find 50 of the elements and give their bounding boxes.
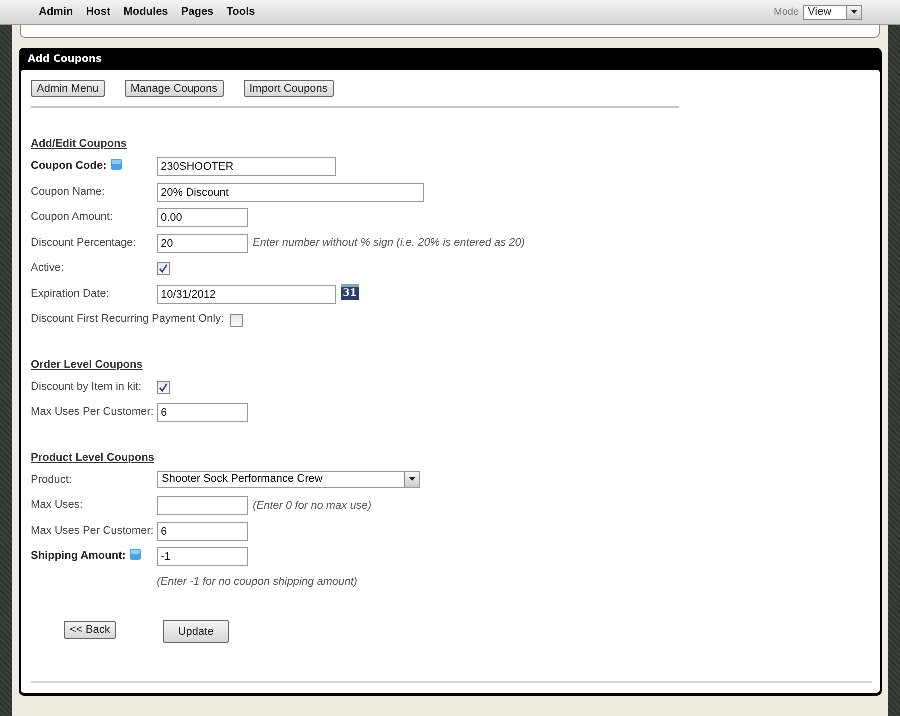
text-field[interactable]: 10/31/2012 <box>157 284 336 304</box>
checkbox[interactable] <box>157 262 170 275</box>
text-field[interactable]: 0.00 <box>157 208 248 227</box>
menu-item[interactable]: Admin <box>39 6 74 18</box>
dropdown-arrow-icon <box>850 10 858 14</box>
menu-item[interactable]: Tools <box>226 6 256 18</box>
menu-item[interactable]: Pages <box>181 6 214 18</box>
panel-title: Add Coupons <box>27 53 103 67</box>
checkbox[interactable] <box>230 314 244 327</box>
product-dropdown[interactable]: Shooter Sock Performance Crew <box>157 470 420 488</box>
field-label: Active: <box>31 262 64 274</box>
text-field[interactable]: 230SHOOTER <box>157 157 336 176</box>
mode-label: Mode <box>774 6 799 18</box>
hint-text: (Enter 0 for no max use) <box>253 500 372 512</box>
field-label: Coupon Name: <box>31 186 105 198</box>
field-label: Max Uses Per Customer: <box>31 524 154 536</box>
checkbox[interactable] <box>157 380 170 394</box>
field-label: Max Uses: <box>31 499 83 511</box>
field-label: Max Uses Per Customer: <box>31 406 154 418</box>
text-field[interactable]: 6 <box>157 403 248 422</box>
field-label: Shipping Amount: <box>31 550 126 562</box>
hint-text: (Enter -1 for no coupon shipping amount) <box>157 576 359 588</box>
section-heading: Add/Edit Coupons <box>31 138 128 150</box>
text-field[interactable] <box>157 496 248 515</box>
text-field[interactable]: 20% Discount <box>157 182 424 202</box>
section-heading: Order Level Coupons <box>31 358 144 370</box>
text-field[interactable]: 6 <box>157 522 248 540</box>
field-label: Product: <box>31 474 72 486</box>
update-button[interactable]: Update <box>163 620 229 643</box>
field-label: Discount First Recurring Payment Only: <box>31 313 224 325</box>
nav-button[interactable]: Admin Menu <box>31 80 105 97</box>
mode-dropdown[interactable]: View <box>803 4 862 20</box>
help-icon[interactable] <box>110 159 122 170</box>
help-icon[interactable] <box>130 549 141 560</box>
nav-button[interactable]: Import Coupons <box>244 80 334 97</box>
text-field[interactable]: 20 <box>157 234 248 252</box>
field-label: Coupon Code: <box>31 160 107 172</box>
text-field[interactable]: -1 <box>157 547 248 566</box>
menu-item[interactable]: Host <box>86 6 111 18</box>
field-label: Coupon Amount: <box>31 211 113 223</box>
menu-item[interactable]: Modules <box>124 6 168 18</box>
dropdown-arrow-icon <box>408 477 416 481</box>
field-label: Expiration Date: <box>31 288 110 300</box>
hint-text: Enter number without % sign (i.e. 20% is entered as 20) <box>253 237 526 249</box>
back-button[interactable]: << Back <box>64 621 116 639</box>
field-label: Discount by Item in kit: <box>31 380 142 392</box>
field-label: Discount Percentage: <box>31 236 136 248</box>
section-heading: Product Level Coupons <box>31 452 156 464</box>
nav-button[interactable]: Manage Coupons <box>124 80 224 97</box>
calendar-icon[interactable]: 31 <box>341 284 359 300</box>
